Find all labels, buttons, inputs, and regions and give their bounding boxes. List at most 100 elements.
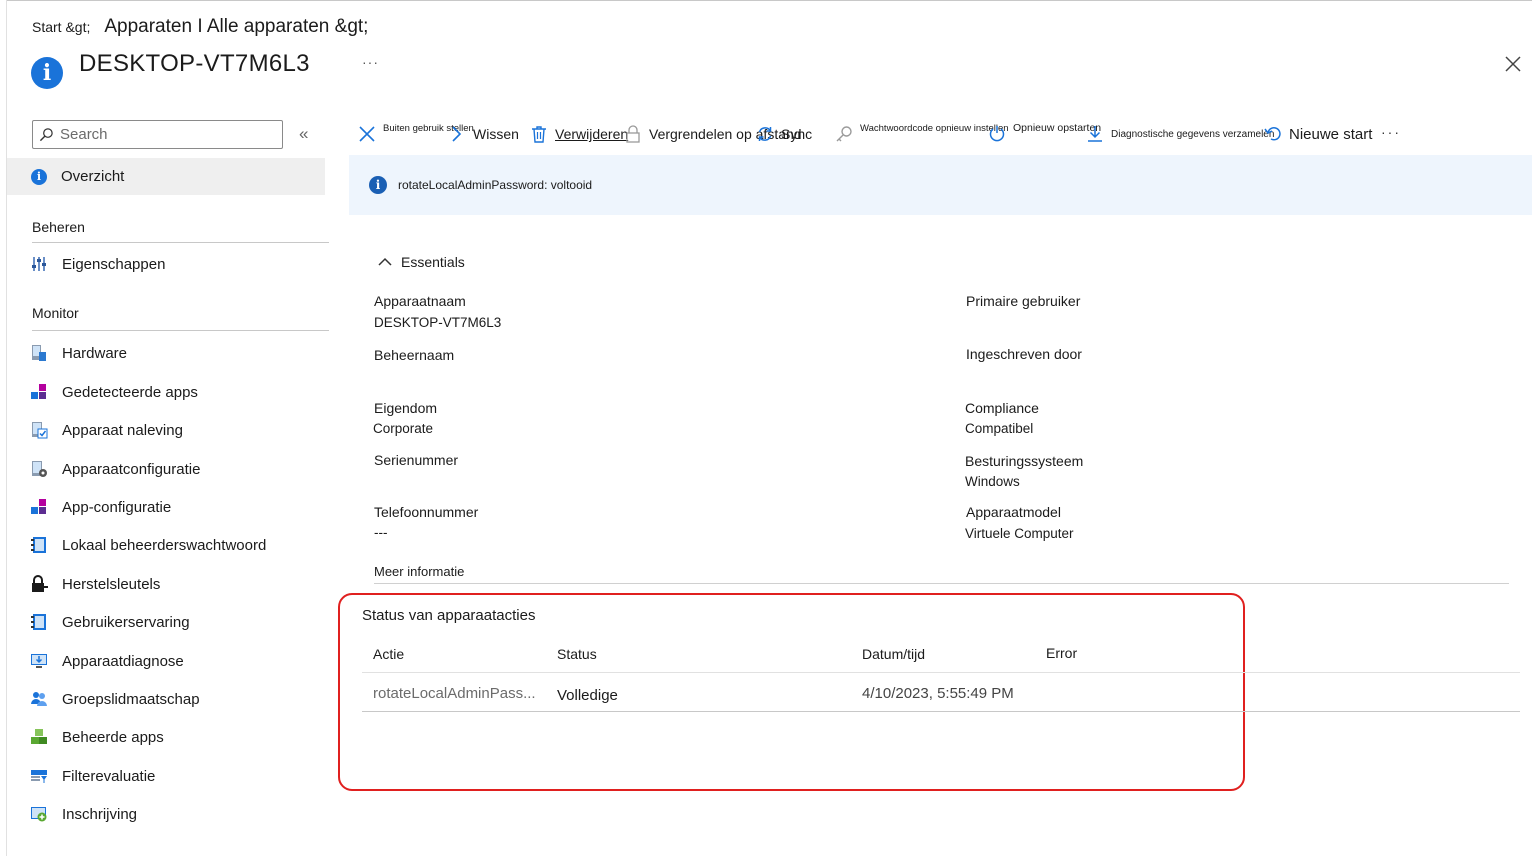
divider: [32, 242, 329, 243]
collect-diagnostics-button[interactable]: Diagnostische gegevens verzamelen: [1085, 116, 1274, 152]
sidebar-item-label: Apparaatdiagnose: [62, 652, 184, 670]
search-input[interactable]: [60, 126, 280, 143]
sidebar-item-label: Gedetecteerde apps: [62, 383, 198, 401]
more-options-button[interactable]: ···: [362, 54, 379, 70]
sidebar-item-label: Overzicht: [61, 168, 125, 185]
sidebar-item-label: Eigenschappen: [62, 255, 166, 273]
table-cell-status: Volledige: [557, 687, 618, 704]
hardware-icon: [32, 345, 46, 361]
field-label: Compliance: [965, 400, 1039, 416]
page-title: DESKTOP-VT7M6L3: [79, 50, 310, 77]
breadcrumb: Start &gt; Apparaten I Alle apparaten &g…: [32, 16, 368, 38]
breadcrumb-devices-link[interactable]: Apparaten I Alle apparaten &gt;: [104, 16, 368, 38]
filter-icon: [31, 770, 47, 783]
info-icon: i: [369, 176, 387, 194]
download-icon: [1088, 126, 1102, 142]
sidebar-item-group-membership[interactable]: Groepslidmaatschap: [30, 688, 200, 710]
key-icon: [836, 126, 852, 142]
sidebar-item-device-compliance[interactable]: Apparaat naleving: [30, 419, 183, 441]
undo-icon: [1264, 127, 1281, 141]
field-label: Apparaatmodel: [966, 504, 1061, 520]
sidebar-item-label: Lokaal beheerderswachtwoord: [62, 536, 267, 554]
toolbar-more-button[interactable]: ···: [1381, 124, 1401, 140]
enrollment-icon: [31, 807, 47, 822]
field-value: ---: [374, 525, 388, 540]
table-cell-action: rotateLocalAdminPass...: [373, 685, 536, 702]
sidebar-item-enrollment[interactable]: Inschrijving: [30, 803, 137, 825]
more-info-link[interactable]: Meer informatie: [374, 564, 464, 579]
column-header-datetime[interactable]: Datum/tijd: [862, 646, 925, 662]
close-icon[interactable]: [1503, 54, 1523, 74]
sidebar-item-local-admin-password[interactable]: Lokaal beheerderswachtwoord: [30, 534, 266, 556]
field-label: Eigendom: [374, 400, 438, 416]
sidebar-item-filter-evaluation[interactable]: Filterevaluatie: [30, 765, 155, 787]
field-label: Serienummer: [374, 452, 459, 468]
search-icon: [39, 128, 53, 142]
delete-button[interactable]: Verwijderen: [529, 116, 628, 152]
command-bar: Buiten gebruik stellen Wissen Verwijdere…: [357, 116, 1417, 152]
field-label: Telefoonnummer: [374, 504, 479, 520]
reset-passcode-button[interactable]: Wachtwoordcode opnieuw instellen: [834, 116, 1009, 152]
sidebar-item-user-experience[interactable]: Gebruikerservaring: [30, 611, 190, 633]
notebook-icon: [31, 614, 46, 630]
sidebar-item-managed-apps[interactable]: Beheerde apps: [30, 726, 164, 748]
chevron-up-icon: [378, 257, 392, 266]
lock-icon: [626, 125, 640, 143]
sync-button[interactable]: Sync: [755, 116, 812, 152]
cubes-icon: [31, 729, 47, 744]
compliance-icon: [32, 422, 48, 439]
field-label: Primaire gebruiker: [966, 293, 1081, 309]
field-value: Corporate: [373, 421, 434, 436]
column-header-action[interactable]: Actie: [373, 646, 404, 662]
sidebar-item-discovered-apps[interactable]: Gedetecteerde apps: [30, 381, 198, 403]
properties-icon: [32, 257, 46, 271]
sidebar-item-label: Herstelsleutels: [62, 575, 161, 593]
wipe-button[interactable]: Wissen: [447, 116, 519, 152]
sync-icon: [758, 127, 772, 141]
apps-icon: [31, 384, 46, 399]
sidebar-item-label: Filterevaluatie: [62, 767, 156, 785]
column-header-error[interactable]: Error: [1046, 645, 1077, 661]
sidebar-item-device-configuration[interactable]: Apparaatconfiguratie: [30, 458, 200, 480]
essentials-heading: Essentials: [401, 254, 465, 270]
section-heading-monitor: Monitor: [32, 305, 79, 321]
section-title: Status van apparaatacties: [362, 607, 536, 624]
collapse-sidebar-button[interactable]: «: [299, 124, 308, 144]
fresh-start-button[interactable]: Nieuwe start: [1263, 116, 1372, 152]
info-icon: i: [31, 57, 63, 89]
sidebar-item-label: Hardware: [62, 344, 128, 362]
field-label: Apparaatnaam: [374, 293, 466, 309]
sidebar-item-overview[interactable]: i Overzicht: [7, 158, 325, 195]
column-header-status[interactable]: Status: [557, 646, 597, 662]
table-cell-datetime: 4/10/2023, 5:55:49 PM: [862, 685, 1014, 702]
group-icon: [31, 692, 47, 706]
close-icon: [359, 126, 375, 142]
divider: [374, 583, 1509, 584]
field-label: Ingeschreven door: [966, 346, 1082, 362]
lock-key-icon: [32, 575, 48, 592]
field-value: DESKTOP-VT7M6L3: [374, 315, 502, 330]
field-value: Virtuele Computer: [965, 526, 1074, 541]
notification-banner: i rotateLocalAdminPassword: voltooid: [349, 155, 1532, 215]
chevron-right-icon: [452, 126, 462, 142]
essentials-toggle[interactable]: Essentials: [377, 254, 465, 270]
info-icon: i: [31, 168, 47, 185]
sidebar-item-hardware[interactable]: Hardware: [30, 342, 127, 364]
sidebar-item-label: Apparaatconfiguratie: [62, 460, 201, 478]
sidebar-item-label: Groepslidmaatschap: [62, 690, 200, 708]
field-value: Windows: [965, 474, 1020, 489]
configuration-icon: [32, 461, 47, 477]
sidebar-item-properties[interactable]: Eigenschappen: [30, 253, 165, 275]
sidebar-item-recovery-keys[interactable]: Herstelsleutels: [30, 573, 160, 595]
search-field[interactable]: [32, 120, 283, 149]
section-heading-manage: Beheren: [32, 219, 85, 235]
app-config-icon: [31, 499, 46, 514]
restart-icon: [989, 126, 1005, 142]
notebook-icon: [31, 537, 46, 553]
breadcrumb-start-link[interactable]: Start &gt;: [32, 19, 90, 35]
diagnostics-icon: [31, 654, 47, 668]
sidebar-item-app-configuration[interactable]: App-configuratie: [30, 496, 171, 518]
sidebar-item-label: Apparaat naleving: [62, 421, 183, 439]
top-border: [6, 0, 1532, 1]
sidebar-item-device-diagnostics[interactable]: Apparaatdiagnose: [30, 650, 184, 672]
